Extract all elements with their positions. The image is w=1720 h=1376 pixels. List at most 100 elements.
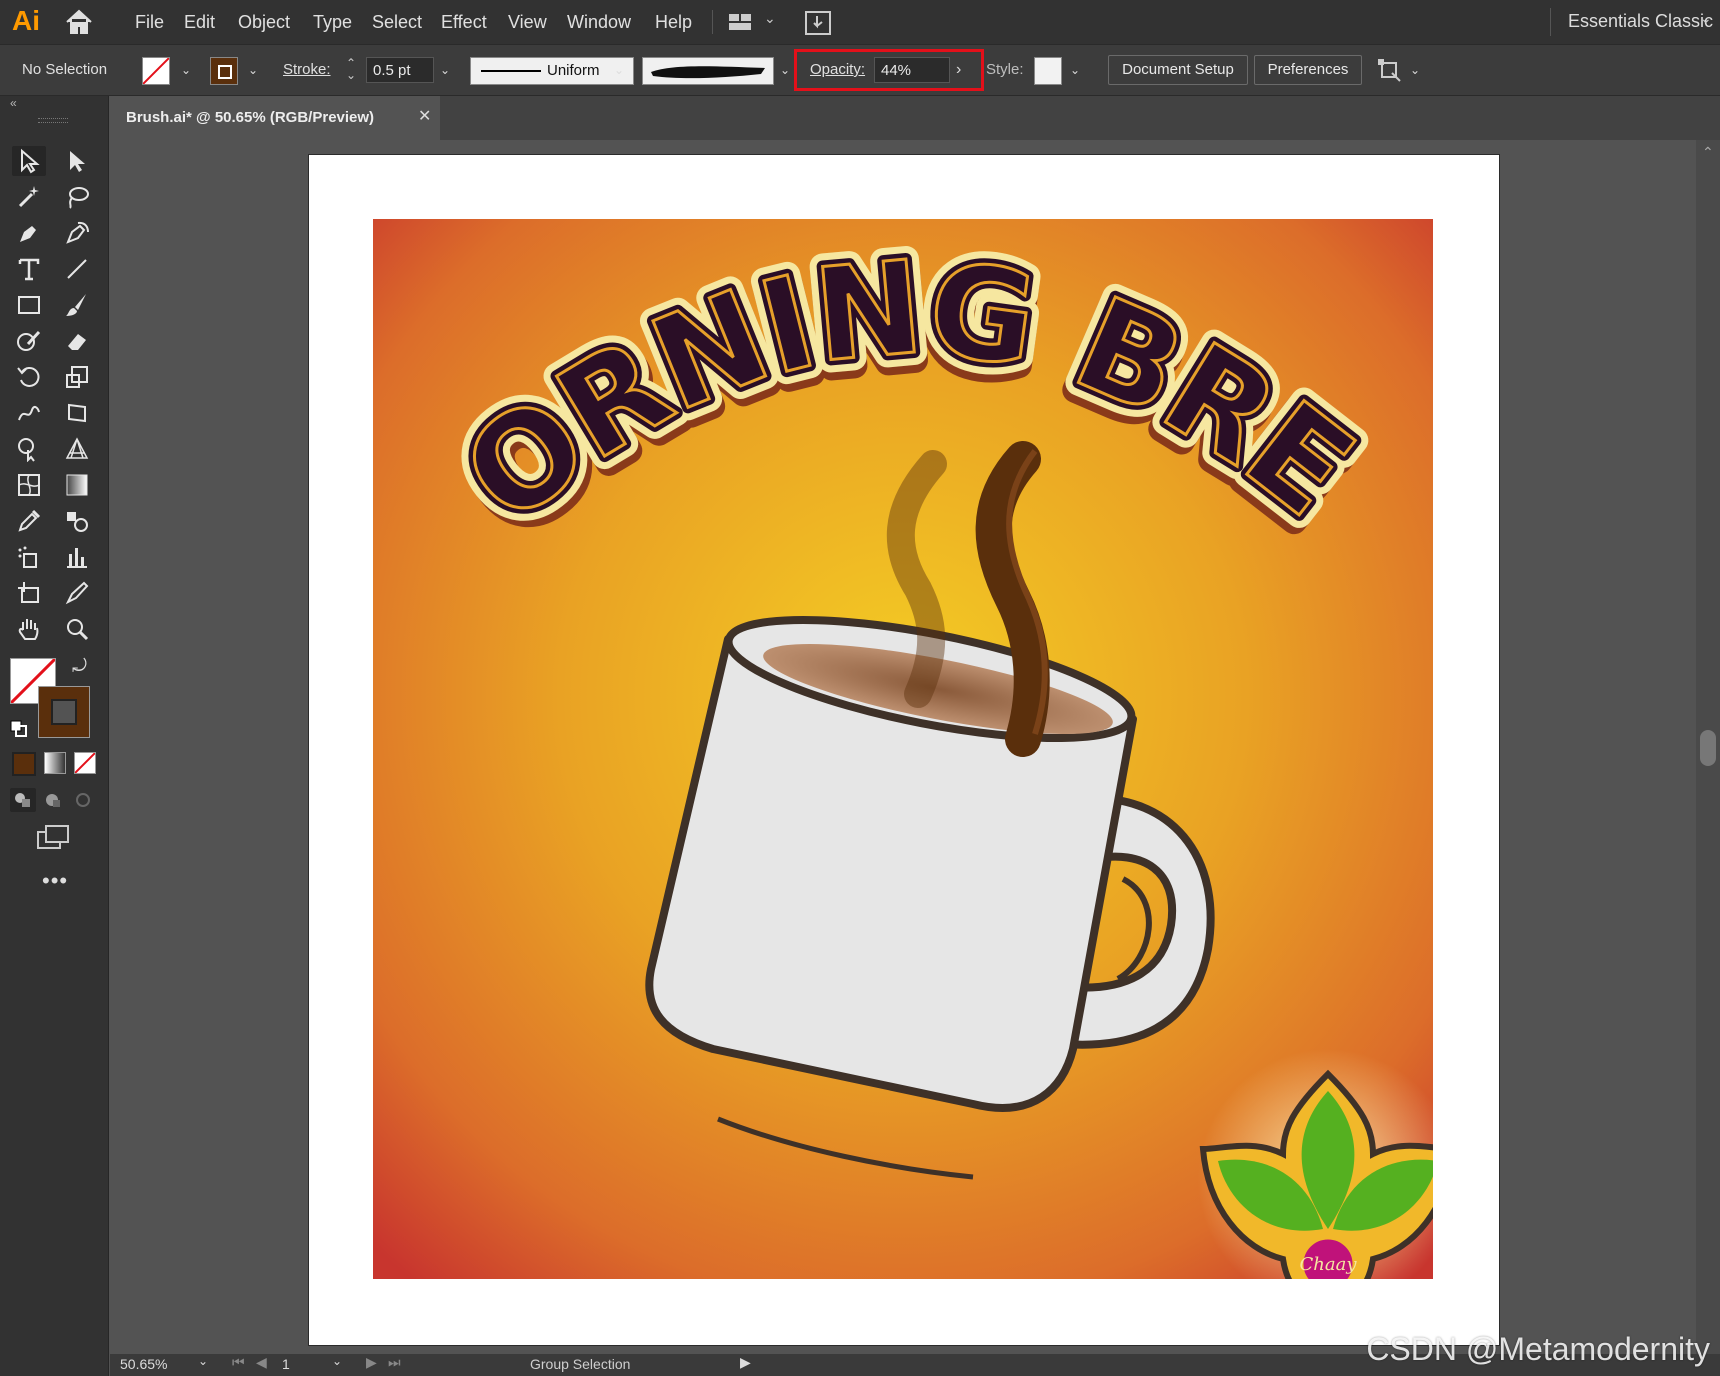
more-tools-icon[interactable]: ••• xyxy=(42,868,68,894)
chevron-down-icon[interactable]: ⌄ xyxy=(774,57,796,83)
opacity-field[interactable]: 44% xyxy=(874,57,950,83)
warp-tool-icon[interactable] xyxy=(12,398,46,428)
zoom-tool-icon[interactable] xyxy=(60,614,94,644)
eraser-tool-icon[interactable] xyxy=(60,326,94,356)
shape-builder-tool-icon[interactable] xyxy=(12,434,46,464)
free-transform-tool-icon[interactable] xyxy=(60,398,94,428)
paintbrush-tool-icon[interactable] xyxy=(60,290,94,320)
artboard-number[interactable]: 1 xyxy=(282,1356,290,1372)
scroll-thumb[interactable] xyxy=(1700,730,1716,766)
zoom-level[interactable]: 50.65% xyxy=(120,1356,167,1372)
type-tool-icon[interactable] xyxy=(12,254,46,284)
chevron-down-icon[interactable]: ⌄ xyxy=(1700,10,1712,27)
chevron-down-icon[interactable]: ⌄ xyxy=(198,1354,208,1368)
panel-grip[interactable] xyxy=(38,118,68,123)
swap-fill-stroke-icon[interactable]: ⤾ xyxy=(72,656,87,677)
home-icon[interactable] xyxy=(64,8,94,41)
blend-tool-icon[interactable] xyxy=(60,506,94,536)
transform-icon[interactable] xyxy=(1376,57,1402,88)
draw-inside-icon[interactable] xyxy=(70,788,96,812)
stroke-label[interactable]: Stroke: xyxy=(283,45,331,95)
lasso-tool-icon[interactable] xyxy=(60,182,94,212)
color-mode-button[interactable] xyxy=(12,752,36,776)
menu-type[interactable]: Type xyxy=(313,0,352,44)
menu-effect[interactable]: Effect xyxy=(441,0,487,44)
column-graph-tool-icon[interactable] xyxy=(60,542,94,572)
curvature-tool-icon[interactable] xyxy=(60,218,94,248)
chevron-down-icon[interactable]: ⌄ xyxy=(242,57,264,83)
gpu-performance-icon[interactable] xyxy=(804,10,832,41)
next-artboard-icon[interactable]: ▶ xyxy=(366,1354,377,1371)
line-segment-tool-icon[interactable] xyxy=(60,254,94,284)
vertical-scrollbar[interactable]: ⌃ xyxy=(1696,140,1720,1354)
symbol-sprayer-tool-icon[interactable] xyxy=(12,542,46,572)
gradient-mode-button[interactable] xyxy=(44,752,66,774)
menu-bar: Ai File Edit Object Type Select Effect V… xyxy=(0,0,1720,44)
mesh-tool-icon[interactable] xyxy=(12,470,46,500)
artwork[interactable]: MORNING BREW MORNING BREW MORNING BREW M… xyxy=(373,219,1433,1279)
shaper-tool-icon[interactable] xyxy=(12,326,46,356)
last-artboard-icon[interactable]: ⏭ xyxy=(388,1354,401,1371)
draw-behind-icon[interactable] xyxy=(40,788,66,812)
draw-normal-icon[interactable] xyxy=(10,788,36,812)
document-tab[interactable]: Brush.ai* @ 50.65% (RGB/Preview) ✕ xyxy=(110,96,440,140)
close-icon[interactable]: ✕ xyxy=(418,96,431,138)
brush-definition[interactable] xyxy=(642,57,774,85)
chevron-right-icon[interactable]: › xyxy=(956,57,961,83)
chevron-down-icon[interactable]: ⌄ xyxy=(332,1354,342,1368)
control-bar: No Selection ⌄ ⌄ Stroke: ⌃ ⌄ 0.5 pt ⌄ Uni… xyxy=(0,44,1720,96)
tools-panel: « ⤾ ••• xyxy=(0,96,109,1376)
slice-tool-icon[interactable] xyxy=(60,578,94,608)
chevron-up-icon[interactable]: ⌃ xyxy=(1702,144,1714,161)
artboard-tool-icon[interactable] xyxy=(12,578,46,608)
rotate-tool-icon[interactable] xyxy=(12,362,46,392)
direct-selection-tool-icon[interactable] xyxy=(60,146,94,176)
gradient-tool-icon[interactable] xyxy=(60,470,94,500)
default-fill-stroke-icon[interactable] xyxy=(10,720,28,743)
menu-file[interactable]: File xyxy=(135,0,164,44)
document-tab-bar: Brush.ai* @ 50.65% (RGB/Preview) ✕ xyxy=(110,96,1720,140)
current-tool-status: Group Selection xyxy=(530,1356,631,1372)
none-mode-button[interactable] xyxy=(74,752,96,774)
fill-swatch[interactable] xyxy=(142,57,170,85)
chevron-down-icon[interactable]: ⌄ xyxy=(764,10,776,27)
menu-help[interactable]: Help xyxy=(655,0,692,44)
chevron-down-icon[interactable]: ⌄ xyxy=(1404,57,1426,83)
scale-tool-icon[interactable] xyxy=(60,362,94,392)
menu-edit[interactable]: Edit xyxy=(184,0,215,44)
chevron-down-icon[interactable]: ⌄ xyxy=(434,57,456,83)
chevron-down-icon[interactable]: ⌄ xyxy=(1064,57,1086,83)
pen-tool-icon[interactable] xyxy=(12,218,46,248)
magic-wand-icon[interactable] xyxy=(12,182,46,212)
perspective-grid-tool-icon[interactable] xyxy=(60,434,94,464)
graphic-style-swatch[interactable] xyxy=(1034,57,1062,85)
previous-artboard-icon[interactable]: ◀ xyxy=(256,1354,267,1371)
stroke-weight-field[interactable]: 0.5 pt xyxy=(366,57,434,83)
stroke-swatch[interactable] xyxy=(210,57,238,85)
rectangle-tool-icon[interactable] xyxy=(12,290,46,320)
selection-tool-icon[interactable] xyxy=(12,146,46,176)
status-menu-icon[interactable]: ▶ xyxy=(740,1354,751,1371)
arrange-documents-icon[interactable] xyxy=(728,12,754,37)
stepper-icon[interactable]: ⌃ ⌄ xyxy=(346,57,356,81)
hand-tool-icon[interactable] xyxy=(12,614,46,644)
eyedropper-tool-icon[interactable] xyxy=(12,506,46,536)
document-setup-button[interactable]: Document Setup xyxy=(1108,55,1248,85)
document-tab-title: Brush.ai* @ 50.65% (RGB/Preview) xyxy=(126,109,375,126)
menu-object[interactable]: Object xyxy=(238,0,290,44)
workspace-switcher[interactable]: Essentials Classic xyxy=(1568,0,1713,44)
menu-select[interactable]: Select xyxy=(372,0,422,44)
stroke-color-box[interactable] xyxy=(38,686,90,738)
opacity-label[interactable]: Opacity: xyxy=(810,45,865,95)
menu-window[interactable]: Window xyxy=(567,0,631,44)
chevron-down-icon[interactable]: ⌄ xyxy=(608,57,630,83)
preferences-button[interactable]: Preferences xyxy=(1254,55,1362,85)
badge-text: Chaay xyxy=(1300,1254,1358,1275)
collapse-panel-icon[interactable]: « xyxy=(10,96,17,110)
first-artboard-icon[interactable]: ⏮ xyxy=(232,1354,245,1371)
chevron-down-icon[interactable]: ⌄ xyxy=(175,57,197,83)
divider xyxy=(1550,8,1551,36)
screen-mode-icon[interactable] xyxy=(36,824,70,857)
menu-view[interactable]: View xyxy=(508,0,547,44)
divider xyxy=(712,10,713,34)
